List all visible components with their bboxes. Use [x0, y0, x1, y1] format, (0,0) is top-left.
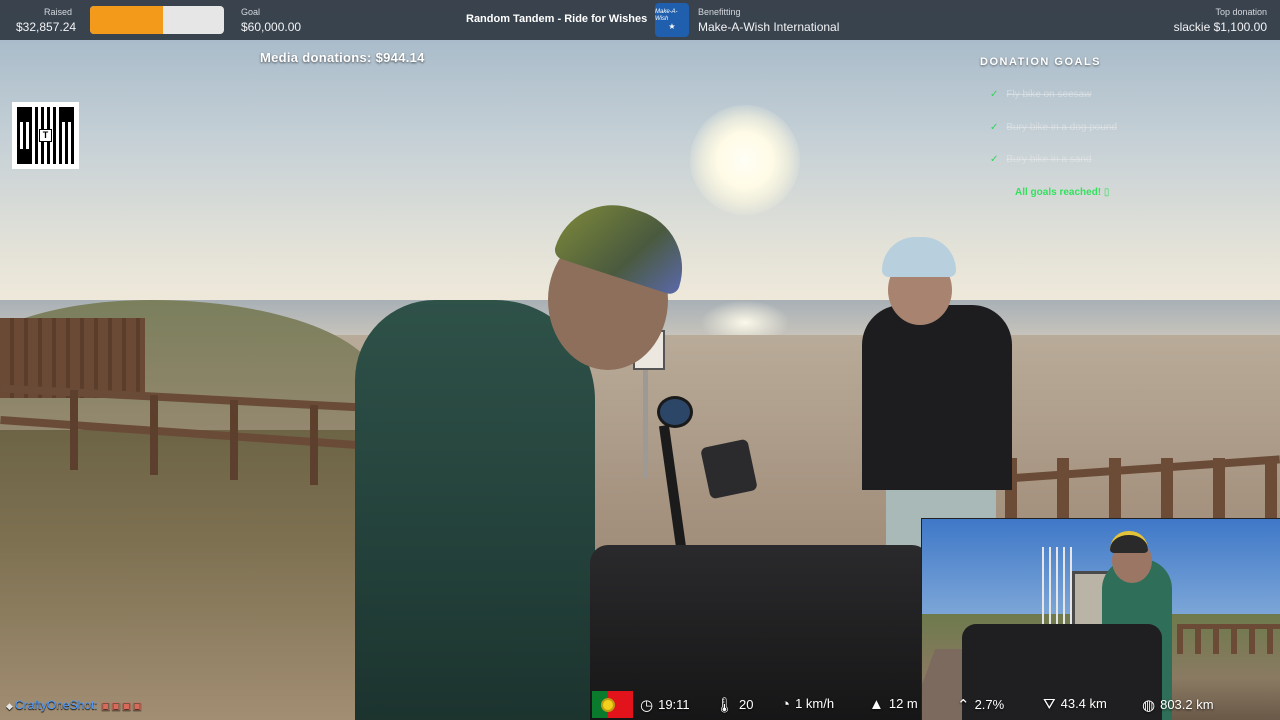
bike-mirror	[657, 396, 693, 428]
speed-value: 1 km/h	[795, 696, 835, 711]
man	[355, 300, 595, 720]
progress-fill	[90, 6, 164, 34]
logo-text: Make-A-Wish	[655, 9, 678, 22]
sun	[690, 105, 800, 215]
sign-pole	[643, 368, 648, 478]
distance-total-value: 803.2 km	[1160, 697, 1214, 712]
check-icon: ✓	[990, 154, 999, 165]
badge-icon: ◆	[6, 701, 13, 711]
speed-stat: ◔ 1 km/h	[781, 696, 834, 713]
portugal-flag-icon	[592, 691, 633, 718]
temperature-stat: 🌡 20	[715, 696, 754, 714]
chat-message: ◆ CraftyOneShot: ▣▣▣▣	[6, 698, 143, 712]
road-icon: ⛛	[1043, 696, 1056, 713]
qr-center-logo: T	[39, 129, 52, 142]
pip-flagpoles	[1042, 547, 1072, 627]
grade-value: 2.7%	[974, 697, 1005, 712]
raised-label: Raised	[44, 7, 73, 17]
distance-total-stat: ◍ 803.2 km	[1142, 696, 1214, 714]
distance-today-stat: ⛛ 43.4 km	[1043, 696, 1107, 713]
goal-label: Goal	[241, 7, 261, 17]
benefitting-label: Benefitting	[698, 7, 741, 17]
clock-icon: ◷	[640, 697, 654, 714]
time-stat: ◷ 19:11	[640, 696, 690, 714]
thermometer-icon: 🌡	[715, 697, 735, 714]
distance-today-value: 43.4 km	[1060, 696, 1107, 711]
goal-text: Bury bike in a dog pound	[1006, 122, 1118, 133]
globe-icon: ◍	[1142, 697, 1156, 714]
donation-goals-title: DONATION GOALS	[980, 56, 1102, 68]
qr-code-pattern: T	[17, 107, 74, 164]
elevation-value: 12 m	[888, 696, 918, 711]
top-donation-value: slackie $1,100.00	[1173, 20, 1267, 34]
mountain-icon: ▲	[869, 696, 884, 713]
boardwalk-post	[70, 390, 78, 470]
top-bar: Raised $32,857.24 Goal $60,000.00 Random…	[0, 0, 1280, 40]
make-a-wish-logo: Make-A-Wish ★	[655, 3, 689, 37]
goals-complete-message: All goals reached! ▯	[1015, 187, 1110, 198]
goal-item: ✓ Bury bike in a dog pound	[990, 122, 1117, 133]
star-icon: ★	[668, 22, 676, 31]
donation-progress-bar	[90, 6, 224, 34]
pip-fence	[1177, 624, 1280, 654]
goal-text: Fly bike on seesaw	[1006, 89, 1092, 100]
woman	[862, 305, 1012, 490]
goal-text: Bury bike in a sand	[1006, 154, 1092, 165]
wooden-fence	[1005, 458, 1280, 518]
temperature-value: 20	[739, 697, 754, 712]
raised-value: $32,857.24	[16, 20, 77, 34]
phone-mount	[700, 438, 758, 500]
goal-item: ✓ Fly bike on seesaw	[990, 89, 1091, 100]
time-value: 19:11	[658, 697, 690, 712]
donation-goals-panel: DONATION GOALS ✓ Fly bike on seesaw ✓ Bury…	[980, 56, 1180, 198]
elevation-stat: ▲ 12 m	[869, 696, 918, 713]
grade-stat: ⌃ 2.7%	[957, 696, 1004, 714]
check-icon: ✓	[990, 122, 999, 133]
chat-emotes: ▣▣▣▣	[100, 701, 143, 712]
boardwalk-post	[150, 395, 158, 475]
goal-value: $60,000.00	[241, 20, 302, 34]
qr-code-icon[interactable]: T	[12, 102, 79, 169]
chat-username: CraftyOneShot:	[14, 698, 98, 712]
media-donations-total: Media donations: $944.14	[260, 50, 425, 65]
ride-stats-bar: ◷ 19:11 🌡 20 ◔ 1 km/h ▲ 12 m ⌃ 2.7% ⛛ 43.4 km …	[591, 690, 1280, 720]
incline-icon: ⌃	[957, 697, 970, 714]
stream-title: Random Tandem - Ride for Wishes	[466, 13, 648, 25]
goal-item: ✓ Bury bike in a sand	[990, 154, 1091, 165]
boardwalk-post	[230, 400, 238, 480]
speedometer-icon: ◔	[781, 696, 791, 713]
check-icon: ✓	[990, 89, 999, 100]
boardwalk-post	[310, 405, 318, 485]
top-donation-label: Top donation	[1215, 7, 1267, 17]
benefitting-value: Make-A-Wish International	[698, 20, 840, 34]
